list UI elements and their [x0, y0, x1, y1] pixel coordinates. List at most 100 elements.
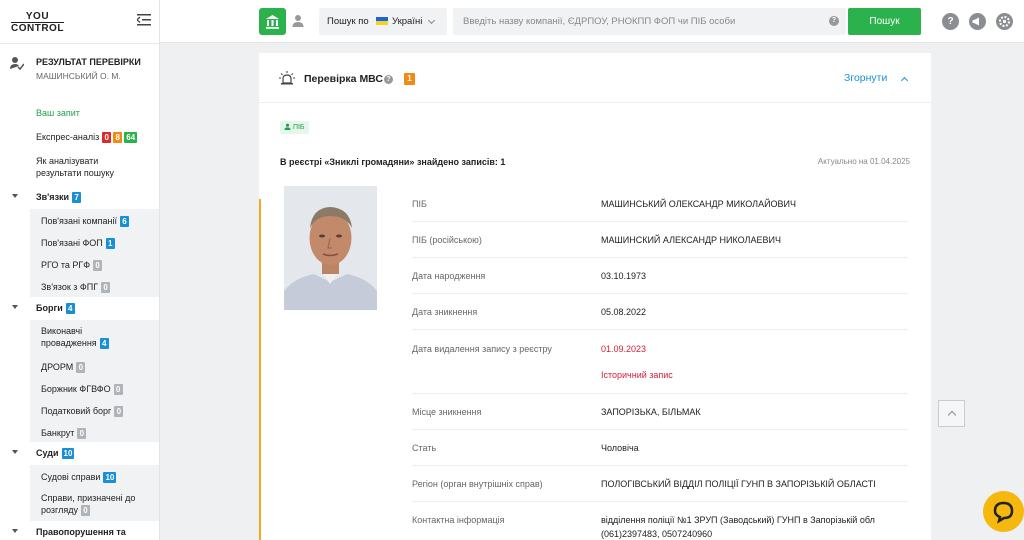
siren-icon [279, 71, 295, 85]
how-to-analyze-link[interactable]: Як аналізувати результати пошуку [36, 155, 136, 179]
row-value-phones: (061)2397483, 0507240960 [601, 529, 713, 539]
record-row: Місце зникнення ЗАПОРІЗЬКА, БІЛЬМАК [412, 394, 908, 430]
group-debts-title: Борги 4 [36, 303, 75, 315]
row-key: Регіон (орган внутрішніх справ) [412, 479, 543, 489]
gear-icon[interactable] [996, 13, 1013, 30]
country-select[interactable]: Пошук по Україні [319, 8, 447, 35]
card-header: Перевірка МВС? 1 Згорнути [259, 53, 931, 103]
chevron-up-icon [947, 410, 957, 420]
ukraine-flag-icon [376, 17, 388, 25]
sidebar-item-bankrupt[interactable]: Банкрут 0 [41, 427, 87, 440]
record-row: Дата народження 03.10.1973 [412, 258, 908, 294]
record-row: ПІБ (російською) МАШИНСКИЙ АЛЕКСАНДР НИК… [412, 222, 908, 258]
your-request-link[interactable]: Ваш запит [36, 108, 80, 118]
chevron-down-icon [12, 194, 18, 198]
group-offenses-title: Правопорушення та [36, 527, 126, 537]
row-value: 01.09.2023 [601, 344, 647, 354]
pib-tag: ПІБ [280, 121, 309, 134]
help-icon[interactable]: ? [383, 74, 393, 84]
chevron-down-icon [12, 305, 18, 309]
sidebar-item-court-cases[interactable]: Судові справи 10 [41, 471, 117, 484]
row-key: ПІБ (російською) [412, 235, 482, 245]
chevron-up-icon[interactable] [900, 76, 909, 85]
sidebar-item-linked-companies[interactable]: Пов'язані компанії 6 [41, 215, 130, 228]
row-value: МАШИНСЬКИЙ ОЛЕКСАНДР МИКОЛАЙОВИЧ [601, 199, 797, 209]
scroll-to-top-button[interactable] [938, 400, 965, 427]
sidebar-item-fgvfo[interactable]: Боржник ФГВФО 0 [41, 383, 123, 396]
row-value: ЗАПОРІЗЬКА, БІЛЬМАК [601, 407, 701, 417]
company-search-button[interactable] [259, 8, 286, 35]
record-row: ПІБ МАШИНСЬКИЙ ОЛЕКСАНДР МИКОЛАЙОВИЧ [412, 186, 908, 222]
logo[interactable]: YOU CONTROL [11, 11, 64, 34]
logo-line1: YOU [25, 11, 50, 22]
group-offenses[interactable]: Правопорушення та [0, 522, 159, 540]
country-value: Україні [392, 16, 423, 27]
logo-line2: CONTROL [11, 22, 64, 34]
result-name: МАШИНСЬКИЙ О. М. [36, 71, 121, 81]
row-value: відділення поліції №1 ЗРУП (Заводський) … [601, 515, 875, 525]
sidebar-item-drorm[interactable]: ДРОРМ 0 [41, 361, 86, 374]
group-debts[interactable]: Борги 4 [0, 298, 159, 320]
express-orange-badge: 8 [113, 132, 123, 144]
row-key: Дата видалення запису з реєстру [412, 344, 552, 354]
sidebar-divider [0, 43, 159, 44]
record-row: Дата видалення запису з реєстру 01.09.20… [412, 330, 908, 394]
record-row: Стать Чоловіча [412, 430, 908, 466]
person-icon [284, 123, 291, 130]
sidebar-item-tax-debt[interactable]: Податковий борг 0 [41, 405, 124, 418]
express-red-badge: 0 [102, 132, 112, 144]
express-green-badge: 64 [124, 132, 138, 144]
search-by-label: Пошук по [327, 16, 369, 27]
sidebar: YOU CONTROL РЕЗУЛЬТАТ ПЕРЕВІРКИ МАШИНСЬК… [0, 0, 160, 540]
person-photo [284, 186, 377, 310]
search-input[interactable] [453, 8, 846, 35]
sidebar-item-rgo[interactable]: РГО та РГФ 0 [41, 259, 103, 272]
result-title: РЕЗУЛЬТАТ ПЕРЕВІРКИ [36, 57, 141, 67]
row-value: 05.08.2022 [601, 307, 647, 317]
person-search-icon[interactable] [289, 12, 307, 30]
collapse-sidebar-icon[interactable] [137, 14, 151, 26]
sidebar-item-scheduled-cases[interactable]: Справи, призначені до розгляду 0 [41, 492, 146, 517]
express-analysis-label: Експрес-аналіз [36, 132, 100, 142]
bank-icon [266, 15, 279, 29]
group-courts-title: Суди 10 [36, 448, 75, 460]
express-analysis-item[interactable]: Експрес-аналіз 0 8 64 [36, 131, 138, 144]
sidebar-item-fpg[interactable]: Зв'язок з ФПГ 0 [41, 281, 111, 294]
search-button[interactable]: Пошук [848, 8, 921, 35]
sidebar-item-linked-fop[interactable]: Пов'язані ФОП 1 [41, 237, 115, 250]
search-help-icon[interactable]: ? [829, 16, 839, 26]
row-key: Дата народження [412, 271, 486, 281]
found-text: В реєстрі «Зниклі громадяни» знайдено за… [280, 157, 506, 167]
chat-icon [993, 501, 1014, 524]
user-check-icon [10, 57, 24, 70]
group-links[interactable]: Зв'язки 7 [0, 187, 159, 209]
record-row: Дата зникнення 05.08.2022 [412, 294, 908, 330]
row-value: ПОЛОГІВСЬКИЙ ВІДДІЛ ПОЛІЦІЇ ГУНП В ЗАПОР… [601, 479, 876, 489]
chevron-down-icon [12, 450, 18, 454]
group-courts[interactable]: Суди 10 [0, 443, 159, 465]
help-icon[interactable]: ? [942, 13, 959, 30]
megaphone-icon[interactable] [969, 13, 986, 30]
row-key: ПІБ [412, 199, 427, 209]
actual-date: Актуально на 01.04.2025 [817, 157, 910, 166]
row-key: Стать [412, 443, 437, 453]
card-title: Перевірка МВС? [304, 73, 393, 85]
record-count-badge: 1 [404, 73, 415, 85]
row-value: Чоловіча [601, 443, 639, 453]
mvs-check-card: Перевірка МВС? 1 Згорнути ПІБ В реєстрі … [259, 53, 931, 540]
record-accent-bar [259, 199, 261, 540]
chat-button[interactable] [983, 491, 1024, 532]
chevron-down-icon [427, 16, 436, 25]
top-bar: Пошук по Україні ? Пошук ? [160, 0, 1024, 43]
row-key: Дата зникнення [412, 307, 478, 317]
chevron-down-icon [12, 529, 18, 533]
sidebar-item-enforcement[interactable]: Виконавчі провадження 4 [41, 325, 131, 350]
row-value: МАШИНСКИЙ АЛЕКСАНДР НИКОЛАЕВИЧ [601, 235, 781, 245]
row-key: Контактна інформація [412, 515, 505, 525]
collapse-link[interactable]: Згорнути [844, 72, 887, 84]
record-row: Регіон (орган внутрішніх справ) ПОЛОГІВС… [412, 466, 908, 502]
group-links-badge: 7 [72, 192, 82, 204]
row-key: Місце зникнення [412, 407, 482, 417]
group-links-title: Зв'язки 7 [36, 192, 82, 204]
person-photo-image [284, 186, 377, 310]
